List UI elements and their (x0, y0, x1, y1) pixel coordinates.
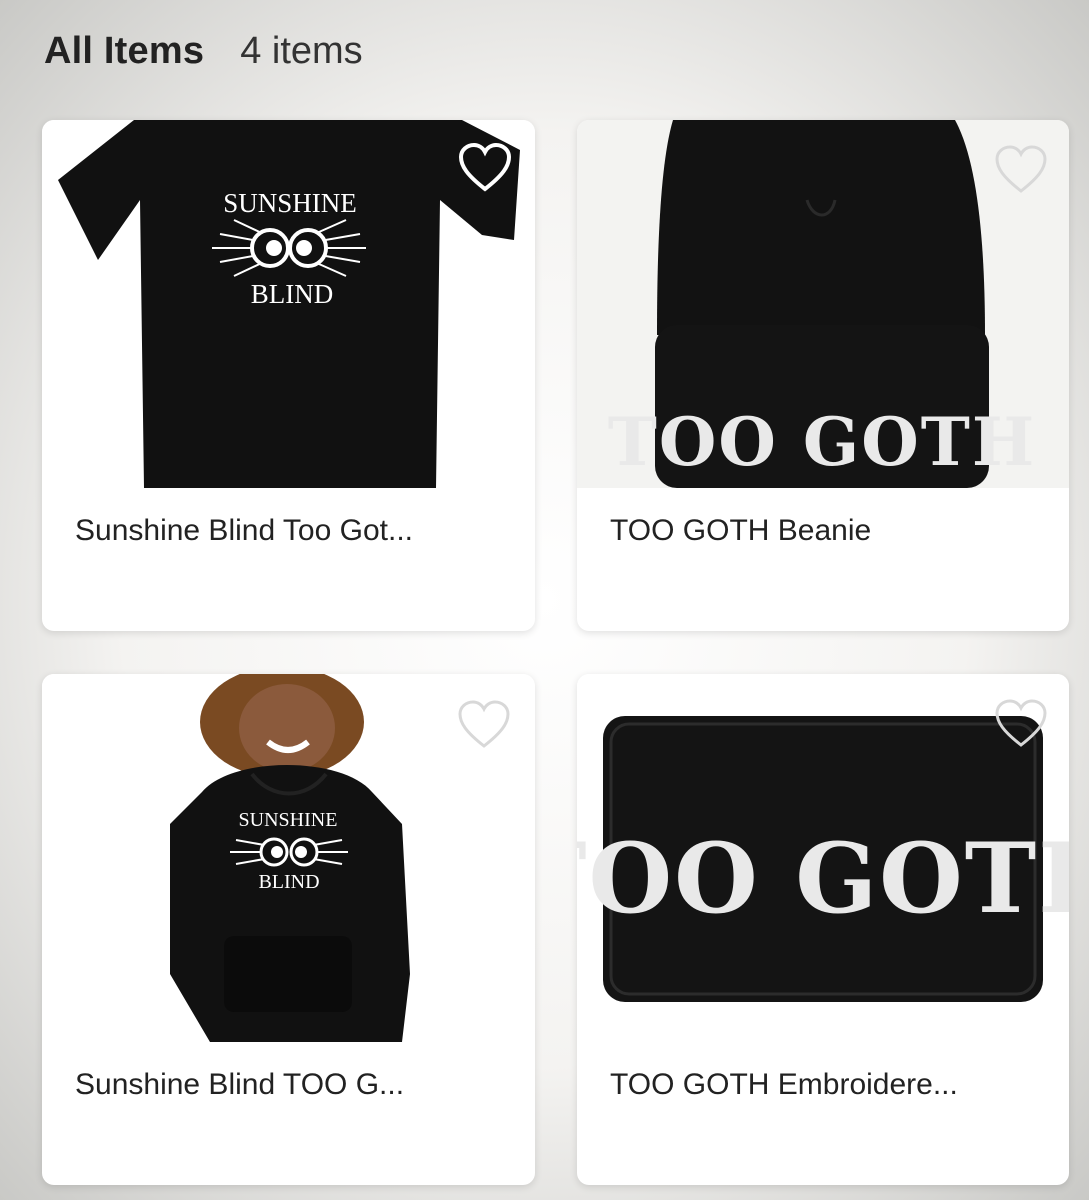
product-card[interactable]: TOO GOTH TOO GOTH Embroidere... (577, 674, 1069, 1185)
product-card[interactable]: SUNSHINE BLIND Sunshine Blind TOO G... (42, 674, 535, 1185)
tshirt-logo-line1: SUNSHINE (223, 188, 357, 218)
favorite-heart-icon[interactable] (456, 699, 512, 751)
hoodie-logo-line1: SUNSHINE (239, 809, 338, 831)
tshirt-logo-line2: BLIND (251, 279, 334, 309)
item-count: 4 items (240, 30, 363, 72)
hoodie-logo-line2: BLIND (258, 871, 319, 893)
product-card[interactable]: TOO GOTH TOO GOTH Beanie (577, 120, 1069, 631)
product-name[interactable]: Sunshine Blind TOO G... (75, 1068, 404, 1102)
favorite-heart-icon[interactable] (993, 144, 1049, 196)
favorite-heart-icon[interactable] (993, 698, 1049, 750)
product-name[interactable]: TOO GOTH Beanie (610, 514, 871, 548)
product-name[interactable]: Sunshine Blind Too Got... (75, 514, 413, 548)
patch-stamp: TOO GOTH (577, 822, 1069, 935)
page-title: All Items (44, 30, 205, 72)
beanie-stamp: TOO GOTH (608, 403, 1036, 481)
page-header: All Items 4 items (44, 30, 363, 80)
product-card[interactable]: SUNSHINE BLIND Sunshine Blind Too Got... (42, 120, 535, 631)
product-name[interactable]: TOO GOTH Embroidere... (610, 1068, 958, 1102)
favorite-heart-icon[interactable] (457, 142, 513, 194)
